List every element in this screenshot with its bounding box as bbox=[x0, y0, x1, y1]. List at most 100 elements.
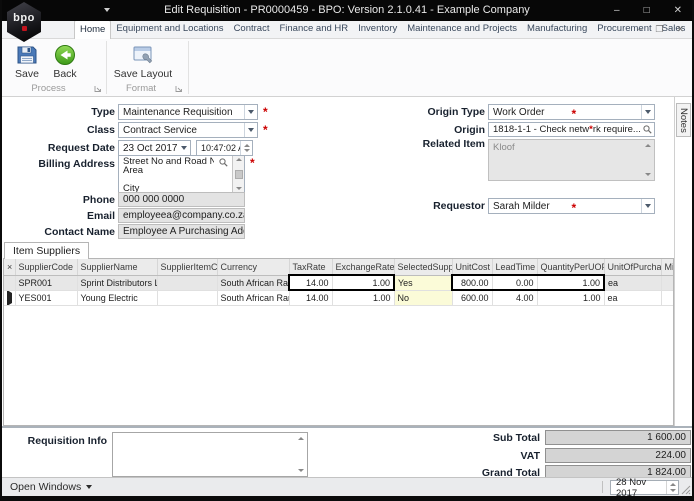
ribbon-tab-row: Home Equipment and Locations Contract Fi… bbox=[2, 20, 692, 39]
grid-cell[interactable]: 4.00 bbox=[492, 290, 538, 306]
layout-wrench-icon bbox=[133, 46, 153, 64]
tab-maintenance-and-projects[interactable]: Maintenance and Projects bbox=[402, 20, 522, 38]
chevron-down-icon[interactable] bbox=[641, 105, 654, 119]
quick-access-caret-icon[interactable] bbox=[104, 8, 110, 12]
search-icon[interactable] bbox=[643, 125, 652, 134]
grid-cell[interactable]: 1.00 bbox=[537, 274, 605, 291]
request-date-picker[interactable]: 23 Oct 2017 bbox=[118, 140, 191, 156]
grid-cell[interactable]: 14.00 bbox=[288, 274, 333, 291]
grid-cell[interactable]: ea bbox=[604, 275, 662, 291]
request-time-spinner[interactable]: 10:47:02 AM bbox=[196, 140, 253, 156]
open-windows-label: Open Windows bbox=[10, 481, 82, 493]
search-icon[interactable] bbox=[219, 158, 228, 167]
scroll-up-icon[interactable] bbox=[298, 437, 304, 440]
column-header-quantityperuop[interactable]: QuantityPerUOP bbox=[537, 259, 605, 276]
related-item-value: Kloof bbox=[493, 142, 515, 153]
back-button-label: Back bbox=[53, 68, 77, 80]
contact-name-field: Employee A Purchasing Address bbox=[118, 224, 245, 239]
resize-grip[interactable] bbox=[679, 483, 691, 495]
column-header-unitofpurchase[interactable]: UnitOfPurchase bbox=[604, 259, 662, 276]
tab-inventory[interactable]: Inventory bbox=[353, 20, 402, 38]
vat-field: 224.00 bbox=[545, 448, 691, 463]
grid-cell[interactable]: YES001 bbox=[15, 290, 78, 306]
tab-contract[interactable]: Contract bbox=[229, 20, 275, 38]
scroll-down-icon[interactable] bbox=[298, 469, 304, 472]
column-header-currency[interactable]: Currency bbox=[217, 259, 290, 276]
column-header-unitcost[interactable]: UnitCost bbox=[452, 259, 493, 276]
bpo-logo-text: bpo bbox=[13, 12, 35, 24]
billing-address-field[interactable]: Street No and Road Name Area City bbox=[118, 155, 245, 193]
request-date-value: 23 Oct 2017 bbox=[123, 142, 177, 154]
mdi-restore-button[interactable]: ❐ bbox=[655, 24, 663, 35]
tab-home[interactable]: Home bbox=[74, 20, 112, 39]
column-header-taxrate[interactable]: TaxRate bbox=[289, 259, 333, 276]
date-spinner-buttons[interactable] bbox=[666, 481, 678, 494]
grid-cell[interactable] bbox=[661, 290, 673, 306]
status-date-spinner[interactable]: 28 Nov 2017 bbox=[610, 477, 679, 499]
billing-address-scrollbar[interactable] bbox=[232, 156, 244, 192]
grid-cell[interactable]: 14.00 bbox=[289, 290, 333, 306]
notes-side-tab[interactable]: Notes bbox=[676, 103, 691, 137]
tab-manufacturing[interactable]: Manufacturing bbox=[522, 20, 592, 38]
grid-cell[interactable]: 1.00 bbox=[332, 274, 395, 291]
column-header-selectedsupplier[interactable]: SelectedSupplier bbox=[394, 259, 453, 276]
dialog-launcher-icon[interactable] bbox=[175, 85, 183, 93]
origin-type-combobox[interactable]: Work Order * bbox=[488, 104, 655, 120]
open-windows-dropdown[interactable]: Open Windows bbox=[10, 481, 93, 493]
chevron-down-icon[interactable] bbox=[177, 141, 190, 155]
item-suppliers-tab[interactable]: Item Suppliers bbox=[4, 242, 90, 259]
window-close-button[interactable]: ✕ bbox=[674, 5, 682, 16]
column-header-truncated[interactable]: Mi bbox=[661, 259, 673, 276]
window-minimize-button[interactable]: – bbox=[614, 5, 620, 16]
grid-cell[interactable] bbox=[157, 275, 218, 291]
grid-cell[interactable]: 800.00 bbox=[451, 274, 493, 291]
grid-cell[interactable]: 600.00 bbox=[452, 290, 493, 306]
grid-cell[interactable]: South African Rand bbox=[217, 275, 290, 291]
column-header-suppliercode[interactable]: SupplierCode bbox=[15, 259, 78, 276]
grid-cell[interactable]: SPR001 bbox=[15, 275, 78, 291]
grid-cell[interactable]: 1.00 bbox=[537, 290, 605, 306]
grid-cell[interactable]: ea bbox=[604, 290, 662, 306]
scroll-up-icon[interactable] bbox=[645, 144, 651, 147]
requestor-value: Sarah Milder bbox=[493, 200, 550, 212]
class-combobox[interactable]: Contract Service bbox=[118, 122, 258, 138]
dialog-launcher-icon[interactable] bbox=[94, 85, 102, 93]
delete-column-header[interactable]: × bbox=[4, 259, 16, 276]
grid-cell[interactable]: No bbox=[394, 290, 453, 306]
title-bar: Edit Requisition - PR0000459 - BPO: Vers… bbox=[0, 0, 694, 21]
required-marker: * bbox=[571, 107, 577, 120]
chevron-down-icon[interactable] bbox=[244, 105, 257, 119]
column-header-leadtime[interactable]: LeadTime bbox=[492, 259, 538, 276]
grid-cell[interactable]: 0.00 bbox=[492, 274, 538, 291]
grid-cell[interactable] bbox=[661, 275, 673, 291]
phone-value: 000 000 0000 bbox=[123, 194, 185, 205]
grid-cell[interactable]: South African Rand bbox=[217, 290, 290, 306]
requestor-combobox[interactable]: Sarah Milder * bbox=[488, 198, 655, 214]
window-maximize-button[interactable]: □ bbox=[644, 5, 650, 16]
origin-label: Origin bbox=[454, 124, 485, 136]
chevron-down-icon[interactable] bbox=[641, 199, 654, 213]
grid-cell[interactable]: 1.00 bbox=[332, 290, 395, 306]
sub-total-label: Sub Total bbox=[492, 432, 540, 444]
column-header-supplieritemcode[interactable]: SupplierItemCode bbox=[157, 259, 218, 276]
sub-total-field: 1 600.00 bbox=[545, 430, 691, 445]
mdi-close-button[interactable]: ✕ bbox=[676, 24, 684, 35]
chevron-down-icon bbox=[86, 485, 93, 489]
tab-finance-and-hr[interactable]: Finance and HR bbox=[274, 20, 353, 38]
request-time-value: 10:47:02 AM bbox=[201, 143, 240, 153]
grid-cell[interactable]: Young Electric bbox=[77, 290, 158, 306]
mdi-minimize-button[interactable]: – bbox=[637, 24, 642, 35]
column-header-exchangerate[interactable]: ExchangeRate bbox=[332, 259, 395, 276]
grid-cell[interactable]: Yes bbox=[394, 275, 453, 291]
requisition-info-field[interactable] bbox=[112, 432, 308, 477]
time-spinner-buttons[interactable] bbox=[240, 141, 252, 155]
ribbon: Save Back Save Layout Process Format bbox=[2, 39, 692, 97]
tab-equipment-and-locations[interactable]: Equipment and Locations bbox=[111, 20, 228, 38]
type-combobox[interactable]: Maintenance Requisition bbox=[118, 104, 258, 120]
column-header-suppliername[interactable]: SupplierName bbox=[77, 259, 158, 276]
grid-cell[interactable] bbox=[157, 290, 218, 306]
grid-cell[interactable]: Sprint Distributors Local bbox=[77, 275, 158, 291]
origin-lookup-field[interactable]: 1818-1-1 - Check netw*rk require... bbox=[488, 122, 655, 137]
scroll-down-icon[interactable] bbox=[645, 173, 651, 176]
chevron-down-icon[interactable] bbox=[244, 123, 257, 137]
